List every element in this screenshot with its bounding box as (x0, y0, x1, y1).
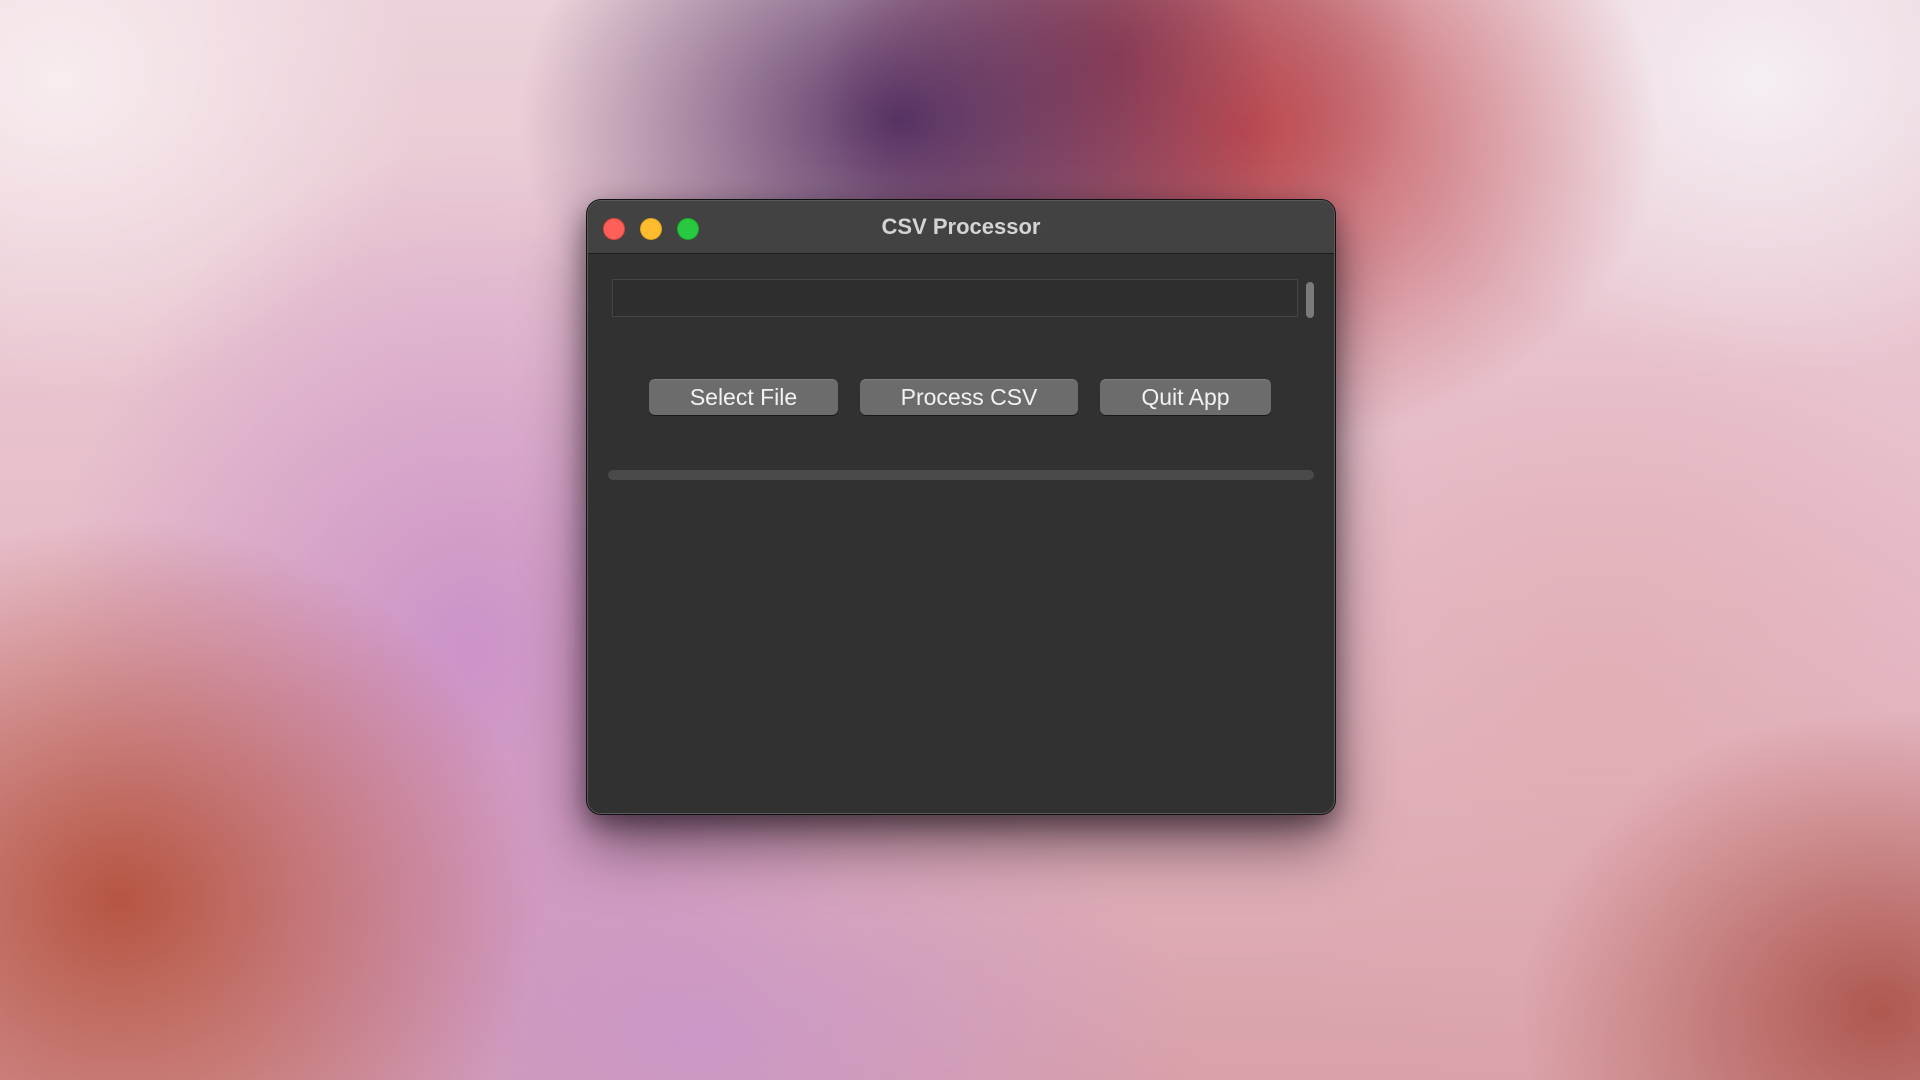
scrollbar-thumb[interactable] (1306, 282, 1314, 318)
progress-bar (608, 470, 1314, 480)
select-file-button[interactable]: Select File (649, 379, 838, 415)
file-path-input[interactable] (612, 279, 1298, 317)
window-content: Select File Process CSV Quit App (588, 254, 1334, 813)
window-title: CSV Processor (881, 214, 1041, 239)
process-csv-button[interactable]: Process CSV (860, 379, 1078, 415)
title-bar[interactable]: CSV Processor (588, 201, 1334, 254)
quit-app-button[interactable]: Quit App (1100, 379, 1271, 415)
app-window: CSV Processor Select File Process CSV Qu… (587, 200, 1335, 814)
